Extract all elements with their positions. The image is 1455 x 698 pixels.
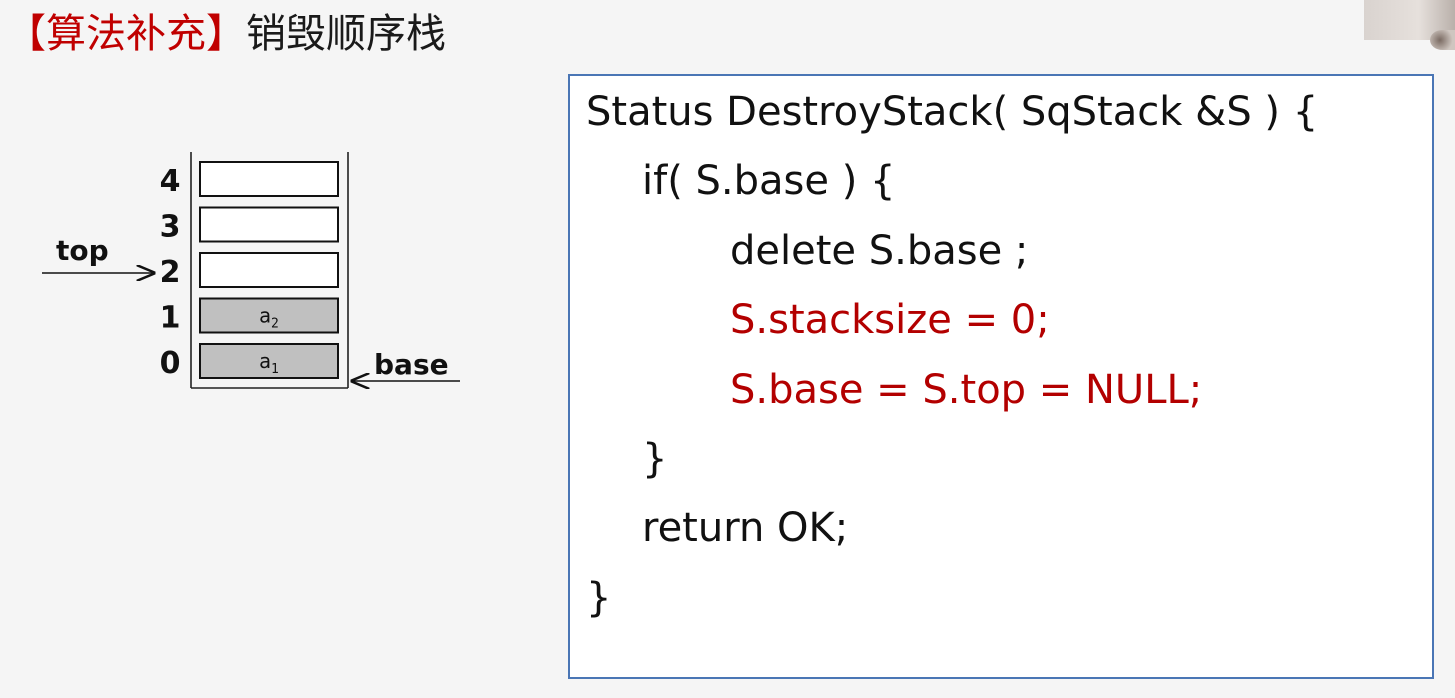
code-line-4: S.stacksize = 0; [730, 297, 1050, 344]
stack-index-3: 3 [160, 210, 181, 245]
code-line-8: } [586, 574, 612, 621]
stack-diagram: a2a1 43210 top base [42, 152, 460, 420]
code-line-7: return OK; [642, 505, 849, 552]
presenter-video-edge [1430, 30, 1455, 50]
top-pointer-label: top [56, 234, 109, 267]
stack-index-2: 2 [160, 255, 181, 290]
code-line-1: Status DestroyStack( SqStack &S ) { [586, 89, 1319, 135]
stack-cell-2 [199, 252, 339, 288]
stack-index-0: 0 [160, 346, 181, 381]
stack-cell-4 [199, 161, 339, 197]
code-line-3: delete S.base ; [730, 227, 1029, 274]
code-line-6: } [642, 436, 668, 482]
stack-cell-3 [199, 206, 339, 243]
code-line-5: S.base = S.top = NULL; [730, 366, 1203, 413]
base-pointer-label: base [374, 348, 449, 381]
stack-index-4: 4 [160, 164, 181, 199]
code-panel: Status DestroyStack( SqStack &S ) { if( S… [568, 74, 1434, 679]
stack-index-1: 1 [160, 301, 181, 336]
code-line-2: if( S.base ) { [642, 158, 896, 205]
